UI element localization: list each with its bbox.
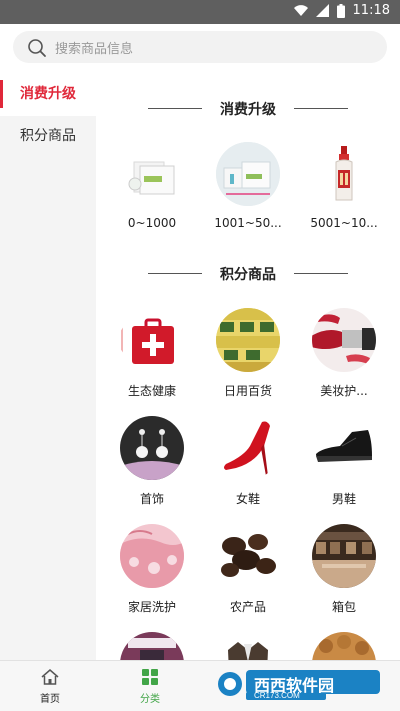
first-aid-kit-image xyxy=(120,308,184,372)
sidebar-item-consumption-upgrade[interactable]: 消费升级 xyxy=(0,72,96,116)
sidebar-item-points-goods[interactable]: 积分商品 xyxy=(0,114,96,158)
category-item[interactable]: 美妆护... xyxy=(296,308,392,399)
tab-home[interactable]: 首页 xyxy=(20,669,80,705)
watermark-site: CR173.COM xyxy=(254,691,300,700)
category-item[interactable]: 农产品 xyxy=(200,524,296,615)
tab-label: 首页 xyxy=(40,694,60,705)
category-grid-icon xyxy=(142,669,158,685)
signal-icon xyxy=(315,4,329,17)
category-item[interactable]: 生态健康 xyxy=(104,308,200,399)
leather-shoe-image xyxy=(312,416,376,480)
daily-goods-image xyxy=(216,308,280,372)
category-item[interactable]: 家居洗护 xyxy=(104,524,200,615)
bag-shop-image xyxy=(312,524,376,588)
category-item[interactable]: 日用百货 xyxy=(200,308,296,399)
watermark-logo: 西西软件园 CR173.COM xyxy=(216,664,384,704)
nuts-image xyxy=(312,632,376,660)
category-item[interactable] xyxy=(104,632,200,660)
home-icon xyxy=(41,669,59,685)
category-sidebar: 消费升级 积分商品 xyxy=(0,72,96,660)
suit-image xyxy=(216,632,280,660)
earrings-image xyxy=(120,416,184,480)
bedding-image xyxy=(120,524,184,588)
product-gift-set-image xyxy=(216,142,280,206)
search-icon xyxy=(28,39,46,57)
lipstick-image xyxy=(312,308,376,372)
tab-category[interactable]: 分类 xyxy=(120,669,180,705)
section-title: 消费升级 xyxy=(96,99,400,119)
category-item[interactable]: 首饰 xyxy=(104,416,200,507)
tab-label: 分类 xyxy=(140,694,160,705)
search-placeholder: 搜索商品信息 xyxy=(55,42,134,57)
category-item[interactable] xyxy=(296,632,392,660)
product-box-image xyxy=(120,142,184,206)
mushroom-image xyxy=(216,524,280,588)
status-bar: 11:18 xyxy=(0,0,400,24)
category-content: 消费升级 0~1000 1001~50... 5001~10... 积分商品 生… xyxy=(96,72,400,660)
battery-icon xyxy=(336,3,345,18)
category-item[interactable]: 箱包 xyxy=(296,524,392,615)
liquor-bottle-image xyxy=(312,142,376,206)
category-item[interactable]: 女鞋 xyxy=(200,416,296,507)
status-time: 11:18 xyxy=(352,3,390,18)
high-heel-image xyxy=(216,416,280,480)
category-item[interactable]: 5001~10... xyxy=(296,142,392,230)
wifi-icon xyxy=(293,4,308,16)
category-item[interactable]: 0~1000 xyxy=(104,142,200,230)
sidebar-item-label: 消费升级 xyxy=(20,86,76,102)
search-input[interactable]: 搜索商品信息 xyxy=(13,31,387,63)
search-bar: 搜索商品信息 xyxy=(0,24,400,72)
clothing-image xyxy=(120,632,184,660)
category-item[interactable]: 男鞋 xyxy=(296,416,392,507)
section-title: 积分商品 xyxy=(96,264,400,284)
category-item[interactable]: 1001~50... xyxy=(200,142,296,230)
sidebar-item-label: 积分商品 xyxy=(20,128,76,144)
category-item[interactable] xyxy=(200,632,296,660)
